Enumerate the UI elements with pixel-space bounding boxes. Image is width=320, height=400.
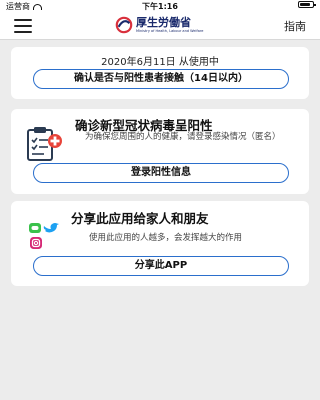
share-card-title: 分享此应用给家人和朋友	[71, 211, 209, 226]
contact-check-card: 2020年6月11日 从使用中 确认是否与阳性患者接触（14日以内）	[11, 47, 309, 99]
ministry-logo: 厚生労働省 Ministry of Health, Labour and Wel…	[115, 16, 203, 34]
logo-subtitle: Ministry of Health, Labour and Welfare	[136, 28, 204, 33]
share-app-card: 分享此应用给家人和朋友 使用此应用的人越多，会发挥越大的作用 分享此APP	[11, 201, 309, 286]
register-positive-button[interactable]: 登录阳性信息	[33, 163, 289, 183]
social-share-icons	[29, 223, 59, 249]
positive-card-description: 为确保您周围的人的健康，请登录感染情况（匿名）	[85, 132, 281, 142]
share-app-button[interactable]: 分享此APP	[33, 256, 289, 276]
positive-report-card: 确诊新型冠状病毒呈阳性 为确保您周围的人的健康，请登录感染情况（匿名） 登录阳性…	[11, 109, 309, 194]
logo-title: 厚生労働省	[136, 15, 191, 29]
ministry-emblem-icon	[115, 16, 133, 34]
twitter-icon	[43, 223, 59, 233]
status-bar: 运营商 下午1:16	[0, 0, 320, 12]
usage-start-date: 2020年6月11日 从使用中	[101, 57, 219, 68]
battery-icon	[298, 1, 316, 8]
status-time: 下午1:16	[142, 2, 178, 11]
guide-link[interactable]: 指南	[284, 18, 306, 34]
check-contact-button[interactable]: 确认是否与阳性患者接触（14日以内）	[33, 69, 289, 89]
status-right	[298, 1, 316, 8]
app-header: 厚生労働省 Ministry of Health, Labour and Wel…	[0, 12, 320, 40]
line-icon	[29, 223, 41, 233]
share-card-description: 使用此应用的人越多，会发挥越大的作用	[89, 233, 243, 243]
menu-icon[interactable]	[14, 19, 32, 33]
instagram-icon	[30, 237, 42, 249]
clipboard-medical-icon	[27, 127, 62, 161]
